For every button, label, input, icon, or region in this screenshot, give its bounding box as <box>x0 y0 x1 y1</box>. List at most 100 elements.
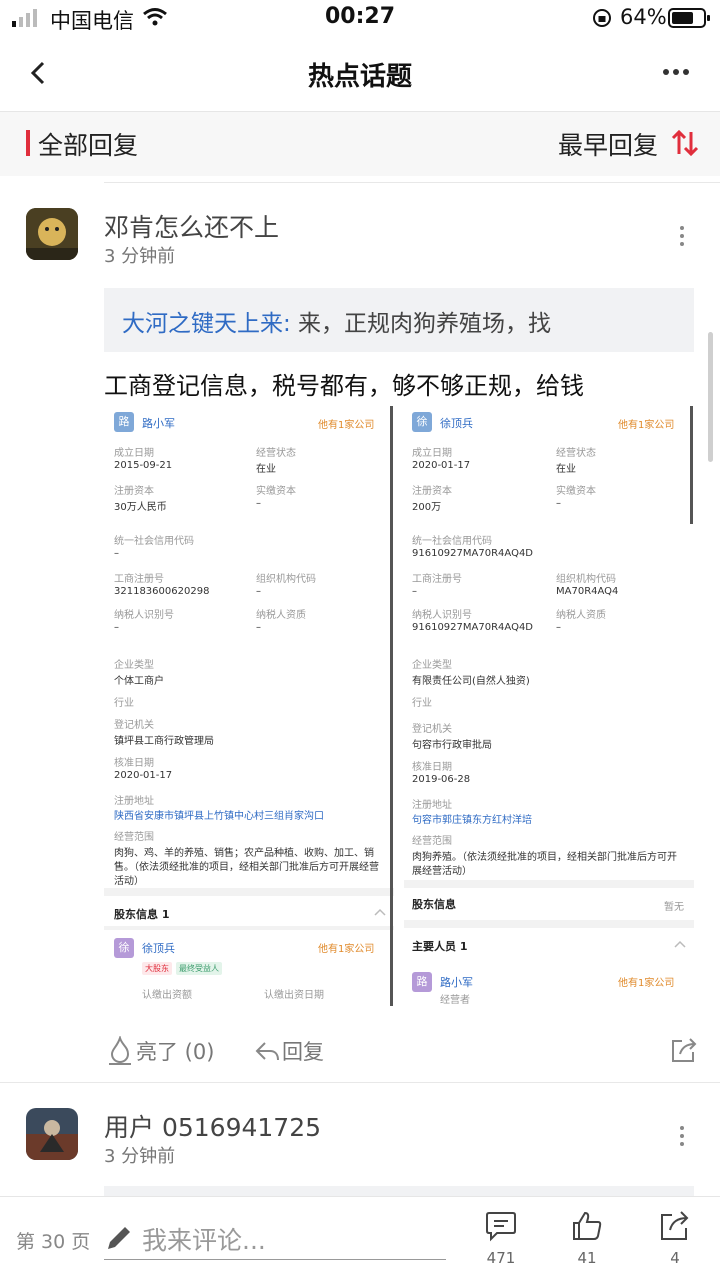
field-label: 纳税人资质 <box>256 610 306 621</box>
field-label: 经营状态 <box>256 448 296 459</box>
person-avatar: 徐 <box>114 938 134 958</box>
thumbs-up-icon[interactable] <box>570 1209 604 1243</box>
field-label: 成立日期 <box>412 448 452 459</box>
clock: 00:27 <box>324 4 396 29</box>
reply-button[interactable]: 回复 <box>282 1036 324 1066</box>
chevron-up-icon <box>674 940 686 948</box>
field-value: 321183600620298 <box>114 586 210 597</box>
section-title: 股东信息 <box>412 898 456 911</box>
field-label: 企业类型 <box>412 660 452 671</box>
post-menu-icon[interactable] <box>680 1126 684 1150</box>
like-button[interactable]: 亮了 (0) <box>136 1036 214 1066</box>
sort-icon[interactable] <box>670 128 700 158</box>
pencil-icon[interactable] <box>104 1223 134 1253</box>
field-value: – <box>556 622 561 633</box>
more-icon[interactable] <box>662 68 690 76</box>
all-replies-tab[interactable]: 全部回复 <box>38 126 138 162</box>
avatar[interactable] <box>26 208 78 260</box>
page-title: 热点话题 <box>307 62 412 92</box>
field-value: 有限责任公司(自然人独资) <box>412 676 530 687</box>
tag: 最终受益人 <box>176 962 222 975</box>
field-label: 工商注册号 <box>114 574 164 585</box>
field-label: 纳税人识别号 <box>412 610 472 621</box>
chevron-up-icon <box>374 908 386 916</box>
section-title: 股东信息 1 <box>114 908 170 921</box>
comment-icon[interactable] <box>484 1209 518 1243</box>
field-label: 工商注册号 <box>412 574 462 585</box>
field-label: 注册地址 <box>114 796 154 807</box>
field-label: 行业 <box>114 698 134 709</box>
field-label: 组织机构代码 <box>556 574 616 585</box>
field-label: 核准日期 <box>114 758 154 769</box>
address-link: 句容市郭庄镇东方红村洋培 <box>412 815 532 826</box>
flame-icon[interactable] <box>106 1036 134 1066</box>
field-value: – <box>256 586 261 597</box>
field-label: 统一社会信用代码 <box>412 536 492 547</box>
company-count-badge: 他有1家公司 <box>318 420 375 431</box>
username[interactable]: 邓肯怎么还不上 <box>104 208 279 244</box>
field-value: – <box>256 622 261 633</box>
input-underline <box>104 1259 446 1260</box>
share-icon[interactable] <box>658 1209 692 1243</box>
share-icon[interactable] <box>670 1036 698 1064</box>
field-label: 核准日期 <box>412 762 452 773</box>
page-scrollbar[interactable] <box>708 332 713 462</box>
empty-value: 暂无 <box>664 902 684 913</box>
company-count-badge: 他有1家公司 <box>618 978 675 989</box>
quoted-reply[interactable]: 大河之键天上来: 来，正规肉狗养殖场，找 <box>104 288 694 352</box>
field-value: 在业 <box>256 464 276 475</box>
person-name: 徐顶兵 <box>142 942 175 955</box>
post-menu-icon[interactable] <box>680 226 684 250</box>
field-value: – <box>556 498 561 509</box>
username[interactable]: 用户 0516941725 <box>104 1108 321 1144</box>
comment-input[interactable]: 我来评论... <box>142 1221 266 1257</box>
field-label: 经营者 <box>440 995 470 1006</box>
share-count: 4 <box>670 1249 680 1267</box>
scroll-indicator <box>690 406 693 524</box>
nav-header: 热点话题 <box>0 36 720 112</box>
quote-text: 来，正规肉狗养殖场，找 <box>290 311 552 337</box>
avatar[interactable] <box>26 1108 78 1160</box>
reply-icon[interactable] <box>254 1040 280 1064</box>
post-content: 工商登记信息，税号都有，够不够正规，给钱 <box>104 372 584 400</box>
field-label: 注册地址 <box>412 800 452 811</box>
field-label: 认缴出资额 <box>142 990 192 1001</box>
section-gap <box>104 888 394 896</box>
divider <box>0 1082 720 1083</box>
field-label: 经营状态 <box>556 448 596 459</box>
field-value: 200万 <box>412 502 442 513</box>
sort-button[interactable]: 最早回复 <box>558 126 658 162</box>
field-value: – <box>256 498 261 509</box>
field-label: 纳税人识别号 <box>114 610 174 621</box>
field-value: – <box>114 548 119 559</box>
attached-image[interactable]: 路 路小军 他有1家公司 成立日期 2015-09-21 经营状态 在业 注册资… <box>104 406 694 1006</box>
like-count: 41 <box>577 1249 597 1267</box>
bottom-bar: 第 30 页 我来评论... 471 41 4 <box>0 1196 720 1280</box>
field-value: 在业 <box>556 464 576 475</box>
field-label: 企业类型 <box>114 660 154 671</box>
field-value: – <box>114 622 119 633</box>
section-title: 主要人员 1 <box>412 940 468 953</box>
field-value: 肉狗养殖。（依法须经批准的项目，经相关部门批准后方可开 <box>412 852 677 863</box>
field-value: 活动） <box>114 876 144 887</box>
field-value: 2020-01-17 <box>412 460 471 471</box>
person-name: 徐顶兵 <box>440 417 473 430</box>
field-label: 经营范围 <box>114 832 154 843</box>
person-avatar: 路 <box>114 412 134 432</box>
divider <box>104 182 720 183</box>
battery-icon <box>668 8 710 28</box>
field-value: 个体工商户 <box>114 676 164 687</box>
post-time: 3 分钟前 <box>104 1146 176 1167</box>
page-indicator[interactable]: 第 30 页 <box>16 1227 90 1254</box>
comment-count: 471 <box>486 1249 516 1267</box>
field-label: 实缴资本 <box>556 486 596 497</box>
field-value: 2015-09-21 <box>114 460 173 471</box>
field-value: 肉狗、鸡、羊的养殖、销售；农产品种植、收购、加工、销 <box>114 848 374 859</box>
field-label: 注册资本 <box>114 486 154 497</box>
battery-percent: 64% <box>620 5 667 29</box>
company-count-badge: 他有1家公司 <box>618 420 675 431</box>
accent-bar <box>26 130 30 156</box>
quote-author[interactable]: 大河之键天上来: <box>122 311 291 337</box>
field-label: 成立日期 <box>114 448 154 459</box>
field-label: 纳税人资质 <box>556 610 606 621</box>
